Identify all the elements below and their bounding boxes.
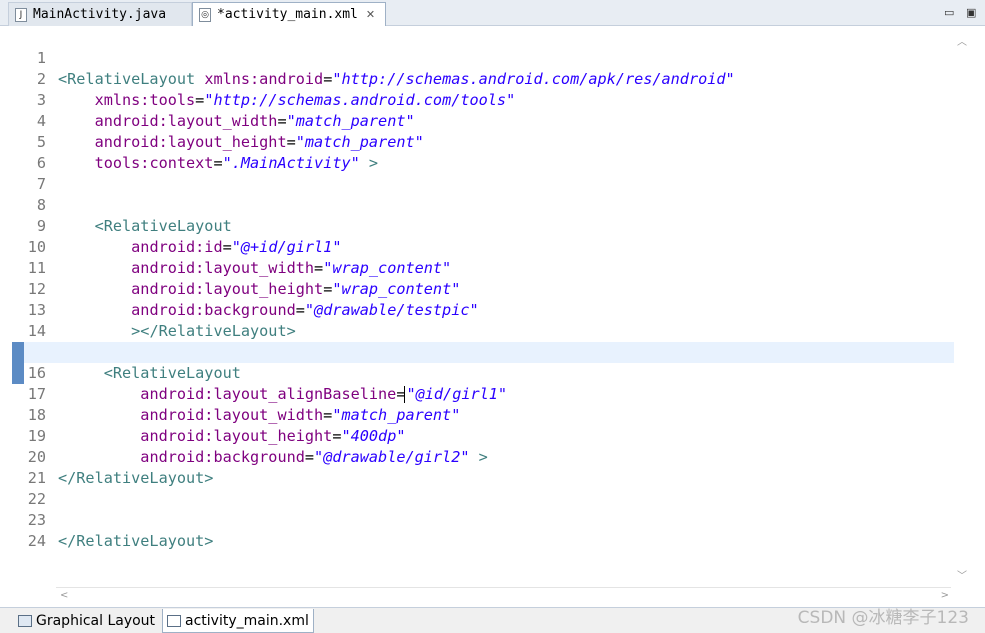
code-line: 1 <RelativeLayout xmlns:android="http://… xyxy=(24,27,954,88)
xml-source-icon xyxy=(167,614,181,627)
xml-editor[interactable]: 1 <RelativeLayout xmlns:android="http://… xyxy=(0,27,985,607)
tab-label: MainActivity.java xyxy=(33,7,167,22)
code-line: 19 android:background="@drawable/girl2" … xyxy=(24,405,954,466)
scroll-left-icon[interactable]: < xyxy=(60,590,68,601)
tab-label: *activity_main.xml xyxy=(217,7,358,22)
tab-label: activity_main.xml xyxy=(185,612,309,629)
change-marker xyxy=(12,342,24,384)
tab-activity-main-xml-source[interactable]: activity_main.xml xyxy=(162,609,314,633)
scroll-up-icon[interactable]: ︿ xyxy=(957,33,967,48)
editor-tab-bar: J MainActivity.java ◎ *activity_main.xml… xyxy=(0,0,985,26)
code-line: 3 android:layout_width="match_parent" xyxy=(24,69,954,130)
code-line: 15 <RelativeLayout xyxy=(24,321,954,382)
code-line: 5 tools:context=".MainActivity" > xyxy=(24,111,954,172)
tab-mainactivity-java[interactable]: J MainActivity.java xyxy=(8,2,192,26)
vertical-scrollbar[interactable]: ︿ ﹀ xyxy=(953,27,971,587)
line-number: 24 xyxy=(27,532,46,550)
watermark: CSDN @冰糖李子123 xyxy=(797,608,969,628)
code-area[interactable]: 1 <RelativeLayout xmlns:android="http://… xyxy=(24,27,954,550)
tab-activity-main-xml[interactable]: ◎ *activity_main.xml ✕ xyxy=(192,2,386,26)
code-line: 23 </RelativeLayout> xyxy=(24,489,954,550)
code-line: 4 android:layout_height="match_parent" xyxy=(24,90,954,151)
code-line: 9 android:id="@+id/girl1" xyxy=(24,195,954,256)
maximize-icon[interactable]: ▣ xyxy=(966,6,976,19)
code-line: 17 android:layout_width="match_parent" xyxy=(24,363,954,424)
layout-icon xyxy=(18,615,32,627)
code-line: 22 xyxy=(24,468,954,508)
java-file-icon: J xyxy=(15,7,27,22)
code-line: 20 </RelativeLayout> xyxy=(24,426,954,487)
scroll-down-icon[interactable]: ﹀ xyxy=(957,567,967,582)
scroll-right-icon[interactable]: > xyxy=(941,590,949,601)
code-line: 21 xyxy=(24,447,954,487)
code-line: 10 android:layout_width="wrap_content" xyxy=(24,216,954,277)
code-line: 13 ></RelativeLayout> xyxy=(24,279,954,340)
code-line: 11 android:layout_height="wrap_content" xyxy=(24,237,954,298)
minimize-icon[interactable]: ▭ xyxy=(944,6,954,19)
xml-tag: </RelativeLayout> xyxy=(58,532,214,550)
code-line: 8 <RelativeLayout xyxy=(24,174,954,235)
tab-label: Graphical Layout xyxy=(36,613,156,629)
code-line: 14 xyxy=(24,300,954,340)
xml-file-icon: ◎ xyxy=(199,7,211,22)
code-line-current: 16 android:layout_alignBaseline="@id/gir… xyxy=(24,342,954,403)
code-line: 2 xmlns:tools="http://schemas.android.co… xyxy=(24,48,954,109)
code-line: 12 android:background="@drawable/testpic… xyxy=(24,258,954,319)
code-line: 24 xyxy=(24,510,954,550)
code-line: 18 android:layout_height="400dp" xyxy=(24,384,954,445)
code-line: 6 xyxy=(24,132,954,172)
code-line: 7 xyxy=(24,153,954,193)
tab-graphical-layout[interactable]: Graphical Layout xyxy=(14,609,162,633)
close-icon[interactable]: ✕ xyxy=(366,8,375,21)
